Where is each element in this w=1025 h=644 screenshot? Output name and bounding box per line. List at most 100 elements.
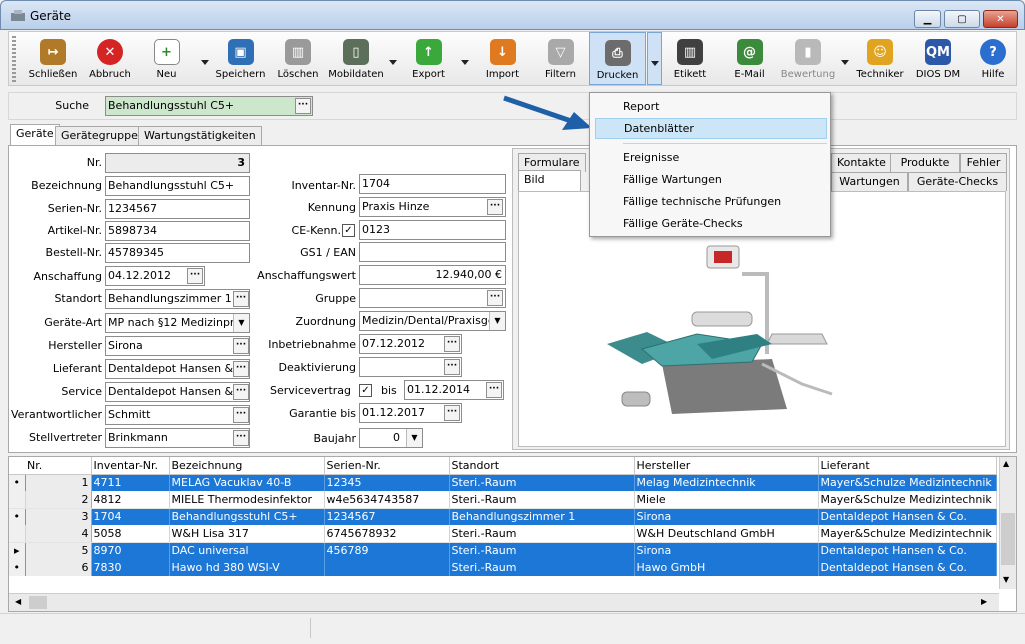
row-lieferant[interactable]: Dentaldepot Hansen & Co.	[818, 559, 997, 576]
table-row[interactable]: 4 5058 W&H Lisa 317 6745678932 Steri.-Raum W&…	[9, 525, 997, 543]
table-row[interactable]: • 1 4711 MELAG Vacuklav 40-B 12345 Steri.-Rau…	[9, 474, 997, 491]
grid-header-serien-nr[interactable]: Serien-Nr.	[324, 457, 450, 475]
print-dropdown-button[interactable]	[647, 32, 662, 85]
dios-dm-button[interactable]: QM DIOS DM	[910, 32, 966, 85]
hersteller-field[interactable]: Sirona	[105, 336, 250, 356]
row-standort[interactable]: Steri.-Raum	[449, 542, 635, 559]
lieferant-field[interactable]: Dentaldepot Hansen & Co.	[105, 359, 250, 379]
row-serien-nr[interactable]	[324, 559, 450, 576]
row-bezeichnung[interactable]: DAC universal	[169, 542, 325, 559]
scroll-up-icon[interactable]: ▲	[1003, 459, 1009, 468]
search-input[interactable]: Behandlungsstuhl C5+	[105, 96, 313, 116]
grid-header-standort[interactable]: Standort	[449, 457, 635, 475]
row-inventar-nr[interactable]: 4711	[91, 474, 170, 491]
tab-kontakte[interactable]: Kontakte	[831, 153, 892, 172]
grid-header-nr[interactable]: Nr.	[25, 457, 92, 475]
row-nr[interactable]: 5	[25, 542, 92, 559]
scroll-left-icon[interactable]: ◀	[15, 597, 21, 606]
scroll-right-icon[interactable]: ▶	[981, 597, 987, 606]
row-hersteller[interactable]: W&H Deutschland GmbH	[634, 525, 819, 543]
menu-item-faellige-wartungen[interactable]: Fällige Wartungen	[595, 169, 827, 190]
service-field[interactable]: Dentaldepot Hansen & Co.	[105, 382, 250, 402]
row-lieferant[interactable]: Mayer&Schulze Medizintechnik	[818, 474, 997, 491]
row-inventar-nr[interactable]: 8970	[91, 542, 170, 559]
filter-button[interactable]: ▽ Filtern	[533, 32, 588, 85]
tab-geraete-checks[interactable]: Geräte-Checks	[908, 172, 1007, 191]
row-nr[interactable]: 4	[25, 525, 92, 543]
tab-geraetegruppen[interactable]: Gerätegruppen	[55, 126, 151, 145]
scroll-down-icon[interactable]: ▼	[1003, 575, 1009, 584]
grid-header-lieferant[interactable]: Lieferant	[818, 457, 997, 475]
row-lieferant[interactable]: Mayer&Schulze Medizintechnik	[818, 491, 997, 509]
geraete-art-select[interactable]: MP nach §12 Medizinproc	[105, 313, 250, 333]
row-hersteller[interactable]: Sirona	[634, 542, 819, 559]
table-row[interactable]: • 6 7830 Hawo hd 380 WSI-V Steri.-Raum Hawo G…	[9, 559, 997, 576]
bestell-nr-field[interactable]: 45789345	[105, 243, 250, 263]
inventar-nr-field[interactable]: 1704	[359, 174, 506, 194]
grid-header-bezeichnung[interactable]: Bezeichnung	[169, 457, 325, 475]
horizontal-scroll-thumb[interactable]	[29, 596, 47, 609]
new-dropdown-arrow[interactable]	[201, 60, 209, 65]
row-inventar-nr[interactable]: 5058	[91, 525, 170, 543]
artikel-nr-field[interactable]: 5898734	[105, 221, 250, 241]
kennung-picker-button[interactable]: ···	[487, 199, 503, 215]
tab-bild[interactable]: Bild	[518, 170, 581, 191]
row-nr[interactable]: 3	[25, 508, 92, 525]
save-button[interactable]: ▣ Speichern	[213, 32, 268, 85]
menu-item-faellige-geraete-checks[interactable]: Fällige Geräte-Checks	[595, 213, 827, 234]
table-row[interactable]: ▸ 5 8970 DAC universal 456789 Steri.-Raum Siro…	[9, 542, 997, 559]
new-button[interactable]: + Neu	[139, 32, 194, 85]
stellvertreter-field[interactable]: Brinkmann	[105, 428, 250, 448]
minimize-button[interactable]: ▁	[914, 10, 941, 28]
row-inventar-nr[interactable]: 4812	[91, 491, 170, 509]
row-serien-nr[interactable]: 12345	[324, 474, 450, 491]
kennung-field[interactable]: Praxis Hinze	[359, 197, 506, 217]
label-button[interactable]: ▥ Etikett	[664, 32, 716, 85]
row-hersteller[interactable]: Sirona	[634, 508, 819, 525]
menu-item-report[interactable]: Report	[595, 96, 827, 117]
baujahr-dropdown-icon[interactable]: ▼	[406, 429, 422, 447]
search-ellipsis-button[interactable]: ···	[295, 98, 311, 114]
mobile-data-button[interactable]: ▯ Mobildaten	[327, 32, 385, 85]
row-bezeichnung[interactable]: MELAG Vacuklav 40-B	[169, 474, 325, 491]
print-button[interactable]: ⎙ Drucken	[589, 32, 646, 85]
tab-wartungstaetigkeiten[interactable]: Wartungstätigkeiten	[138, 126, 262, 145]
row-nr[interactable]: 1	[25, 474, 92, 491]
zuordnung-dropdown-icon[interactable]: ▼	[489, 312, 505, 330]
help-button[interactable]: ? Hilfe	[971, 32, 1015, 85]
row-serien-nr[interactable]: 1234567	[324, 508, 450, 525]
rating-button[interactable]: ▮ Bewertung	[779, 32, 837, 85]
toolbar-grip[interactable]	[12, 36, 16, 82]
row-standort[interactable]: Behandlungszimmer 1	[449, 508, 635, 525]
row-lieferant[interactable]: Dentaldepot Hansen & Co.	[818, 542, 997, 559]
tab-produkte[interactable]: Produkte	[890, 153, 960, 172]
servicevertrag-checkbox[interactable]: ✓	[359, 384, 372, 397]
zuordnung-select[interactable]: Medizin/Dental/Praxisgerä	[359, 311, 506, 331]
row-hersteller[interactable]: Hawo GmbH	[634, 559, 819, 576]
cancel-tool-button[interactable]: ✕ Abbruch	[81, 32, 139, 85]
maximize-button[interactable]: ▢	[944, 10, 980, 28]
row-serien-nr[interactable]: 6745678932	[324, 525, 450, 543]
table-row[interactable]: 2 4812 MIELE Thermodesinfektor w4e563474358…	[9, 491, 997, 509]
ce-kenn-field[interactable]: 0123	[359, 220, 506, 240]
row-hersteller[interactable]: Melag Medizintechnik	[634, 474, 819, 491]
standort-field[interactable]: Behandlungszimmer 1	[105, 289, 250, 309]
anschaffung-picker-button[interactable]: ···	[187, 268, 203, 284]
verantwortlicher-field[interactable]: Schmitt	[105, 405, 250, 425]
row-standort[interactable]: Steri.-Raum	[449, 491, 635, 509]
close-window-button[interactable]: ✕	[983, 10, 1018, 28]
email-button[interactable]: @ E-Mail	[722, 32, 777, 85]
menu-item-ereignisse[interactable]: Ereignisse	[595, 147, 827, 168]
table-row[interactable]: • 3 1704 Behandlungsstuhl C5+ 1234567 Behandl…	[9, 508, 997, 525]
ce-kenn-checkbox[interactable]: ✓	[342, 224, 355, 237]
row-nr[interactable]: 2	[25, 491, 92, 509]
bezeichnung-field[interactable]: Behandlungsstuhl C5+	[105, 176, 250, 196]
row-serien-nr[interactable]: w4e5634743587	[324, 491, 450, 509]
gs1-ean-field[interactable]	[359, 242, 506, 262]
row-lieferant[interactable]: Dentaldepot Hansen & Co.	[818, 508, 997, 525]
row-standort[interactable]: Steri.-Raum	[449, 474, 635, 491]
row-bezeichnung[interactable]: MIELE Thermodesinfektor	[169, 491, 325, 509]
delete-button[interactable]: ▥ Löschen	[271, 32, 325, 85]
row-serien-nr[interactable]: 456789	[324, 542, 450, 559]
row-bezeichnung[interactable]: Behandlungsstuhl C5+	[169, 508, 325, 525]
